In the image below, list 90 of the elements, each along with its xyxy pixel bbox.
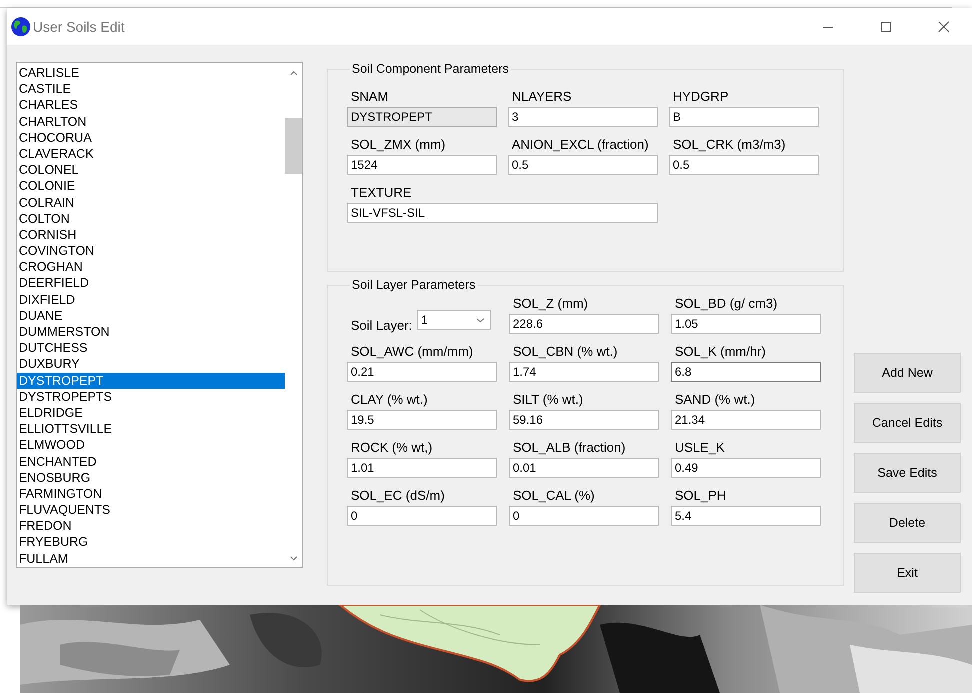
scroll-down-icon[interactable] [290, 556, 298, 561]
field-label: SOL_BD (g/ cm3) [674, 295, 779, 312]
scroll-thumb[interactable] [285, 118, 302, 174]
field-label: SNAM [350, 88, 390, 105]
list-item[interactable]: CORNISH [17, 226, 285, 244]
field-label: SOL_PH [674, 487, 728, 504]
chevron-down-icon [476, 318, 486, 322]
field-label: SOL_CBN (% wt.) [512, 343, 619, 360]
list-item[interactable]: FULLAM [17, 550, 285, 567]
input-field[interactable]: 21.34 [671, 410, 821, 430]
field-label: ANION_EXCL (fraction) [511, 136, 650, 153]
layer-dropdown[interactable]: 1 [417, 310, 492, 330]
list-item[interactable]: DUMMERSTON [17, 324, 285, 340]
list-item[interactable]: COLONIE [17, 178, 285, 194]
list-item[interactable]: DUXBURY [17, 356, 285, 373]
field-label: SOL_EC (dS/m) [350, 487, 446, 504]
input-field[interactable]: 0 [347, 506, 497, 526]
list-item[interactable]: CROGHAN [17, 259, 285, 276]
list-item[interactable]: DUTCHESS [17, 340, 285, 356]
list-item[interactable]: FREDON [17, 518, 285, 534]
field-label: SOL_ALB (fraction) [512, 439, 627, 456]
field-label: ROCK (% wt,) [350, 439, 434, 456]
input-field[interactable]: 6.8 [671, 362, 821, 382]
input-field[interactable]: 0.5 [669, 155, 819, 175]
input-field[interactable]: 1.01 [347, 458, 497, 478]
input-field[interactable]: 5.4 [671, 506, 821, 526]
list-item[interactable]: COLRAIN [17, 194, 285, 211]
input-field[interactable]: 1.74 [509, 362, 659, 382]
list-item[interactable]: ENCHANTED [17, 454, 285, 470]
field-label: SOL_CRK (m3/m3) [672, 136, 787, 153]
field-label: SOL_K (mm/hr) [674, 343, 768, 360]
field-label: SILT (% wt.) [512, 391, 584, 408]
action-button[interactable]: Exit [854, 553, 961, 593]
list-item[interactable]: COLONEL [17, 162, 285, 178]
list-item[interactable]: CHARLTON [17, 114, 285, 130]
field-label: SOL_AWC (mm/mm) [350, 343, 474, 360]
list-item[interactable]: DUANE [17, 308, 285, 324]
input-field[interactable]: 3 [508, 107, 658, 127]
input-field[interactable]: 0.21 [347, 362, 497, 382]
field-label: SAND (% wt.) [674, 391, 756, 408]
list-item[interactable]: FRYEBURG [17, 534, 285, 551]
field-label: SOL_CAL (%) [512, 487, 596, 504]
field-label: SOL_ZMX (mm) [350, 136, 447, 153]
input-field[interactable]: 0 [509, 506, 659, 526]
close-icon[interactable] [938, 20, 950, 32]
list-item[interactable]: DYSTROPEPTS [17, 388, 285, 405]
field-label: USLE_K [674, 439, 726, 456]
input-field[interactable]: 1524 [347, 155, 497, 175]
soil-list[interactable] [16, 62, 303, 568]
window-title: User Soils Edit [33, 18, 125, 34]
list-item[interactable]: CLAVERACK [17, 146, 285, 162]
list-item[interactable]: CHOCORUA [17, 130, 285, 146]
globe-icon [11, 16, 31, 36]
group-title: Soil Component Parameters [351, 62, 510, 76]
list-item[interactable]: ELDRIDGE [17, 404, 285, 422]
input-field[interactable]: 1.05 [671, 314, 821, 334]
field-label: NLAYERS [511, 88, 573, 105]
input-field[interactable]: 19.5 [347, 410, 497, 430]
input-field[interactable]: 0.5 [508, 155, 658, 175]
field-label: Soil Layer: [351, 319, 412, 333]
field-label: TEXTURE [350, 184, 413, 201]
action-button[interactable]: Delete [854, 503, 961, 543]
action-button[interactable]: Save Edits [854, 453, 961, 493]
list-item[interactable]: CHARLES [17, 97, 285, 114]
scroll-up-icon[interactable] [290, 71, 298, 76]
input-field[interactable]: B [669, 107, 819, 127]
field-label: SOL_Z (mm) [512, 295, 590, 312]
list-item[interactable]: CASTILE [17, 81, 285, 98]
maximize-icon[interactable] [880, 20, 892, 32]
action-button[interactable]: Add New [854, 353, 961, 393]
list-item[interactable]: ELLIOTTSVILLE [17, 421, 285, 438]
list-item[interactable]: DYSTROPEPT [17, 372, 285, 389]
list-item[interactable]: FARMINGTON [17, 486, 285, 502]
list-item[interactable]: COVINGTON [17, 243, 285, 260]
field-label: HYDGRP [672, 88, 730, 105]
group-title: Soil Layer Parameters [351, 278, 477, 292]
input-field[interactable]: 0.01 [509, 458, 659, 478]
input-field[interactable]: 59.16 [509, 410, 659, 430]
list-item[interactable]: FLUVAQUENTS [17, 502, 285, 518]
list-item[interactable]: CARLISLE [17, 65, 285, 82]
input-field[interactable]: SIL-VFSL-SIL [347, 203, 658, 223]
list-item[interactable]: ENOSBURG [17, 470, 285, 486]
input-field[interactable]: 228.6 [509, 314, 659, 334]
list-item[interactable]: ELMWOOD [17, 437, 285, 454]
field-label: CLAY (% wt.) [350, 391, 429, 408]
action-button[interactable]: Cancel Edits [854, 403, 961, 443]
list-item[interactable]: DIXFIELD [17, 292, 285, 308]
input-field[interactable]: 0.49 [671, 458, 821, 478]
list-item[interactable]: DEERFIELD [17, 275, 285, 292]
list-item[interactable]: COLTON [17, 210, 285, 227]
